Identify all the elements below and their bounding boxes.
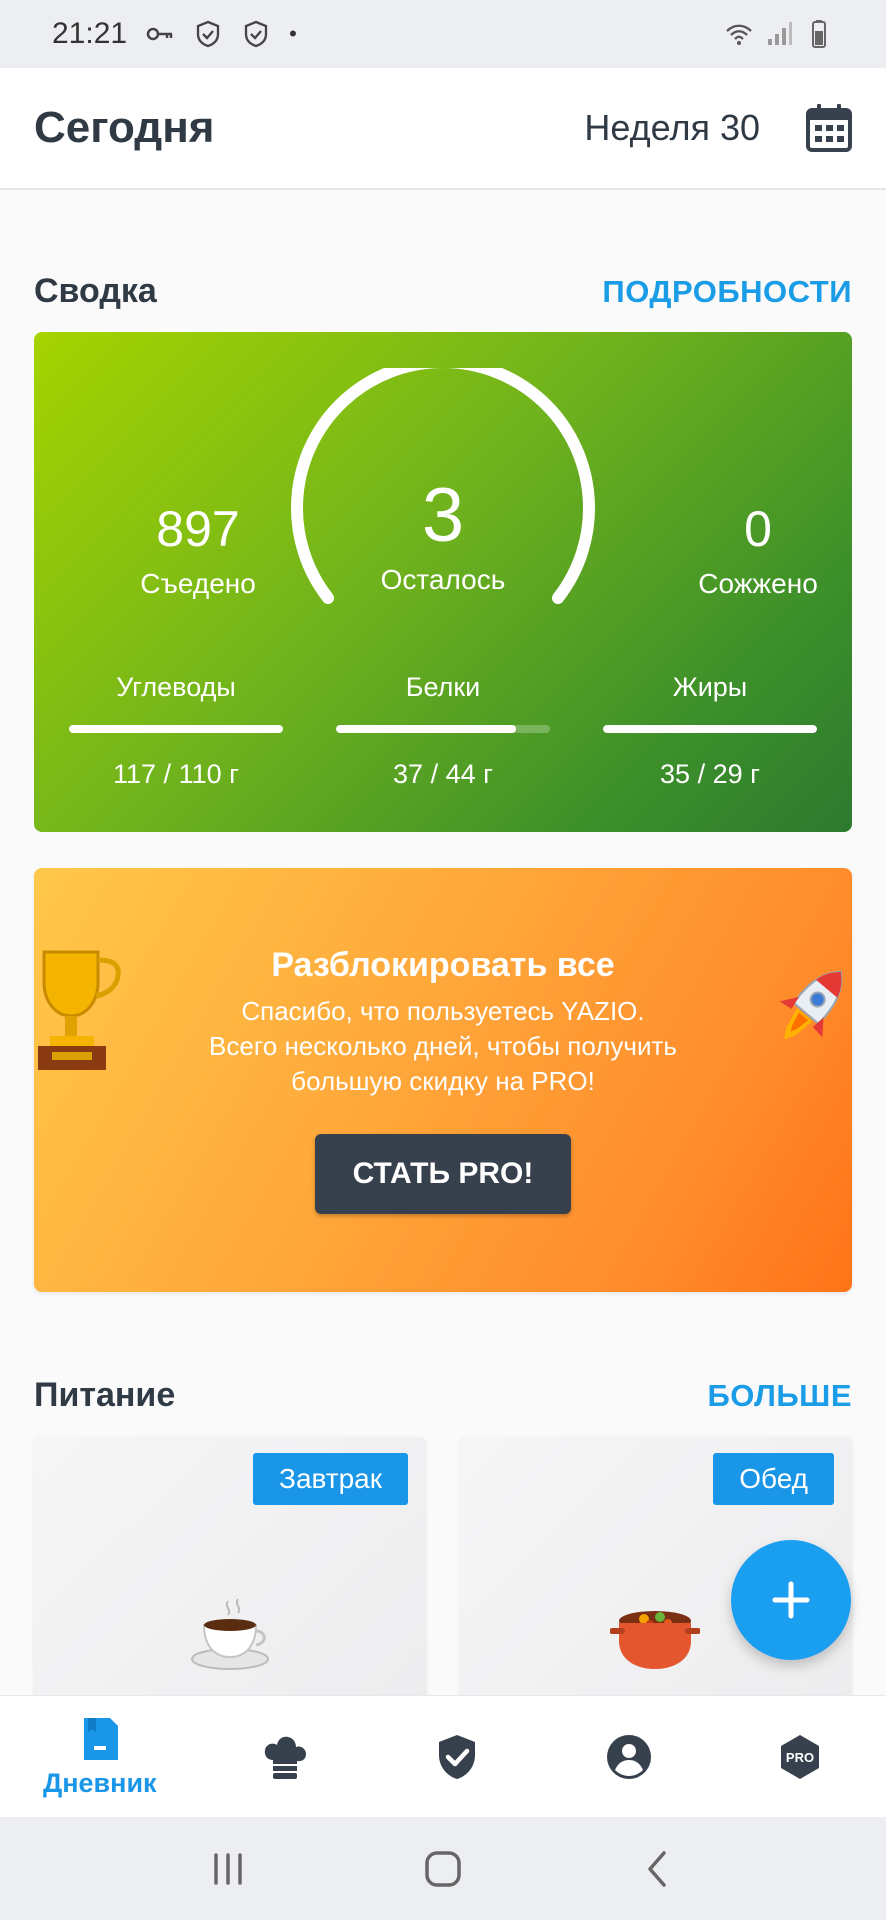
macro-name: Углеводы (116, 672, 236, 702)
pro-badge-text: PRO (786, 1750, 814, 1765)
home-icon[interactable] (423, 1849, 463, 1889)
macro-progress-bar (603, 725, 817, 733)
macro-progress-bar (69, 725, 283, 733)
eaten-value: 897 (156, 501, 240, 557)
nav-item-plans[interactable] (371, 1696, 543, 1818)
nav-item-pro[interactable]: PRO (714, 1696, 886, 1818)
stew-pot-icon (610, 1611, 700, 1669)
status-dot: • (289, 21, 297, 46)
more-link[interactable]: БОЛЬШЕ (708, 1378, 852, 1414)
become-pro-button[interactable]: СТАТЬ PRO! (315, 1134, 571, 1214)
recent-apps-icon[interactable] (208, 1849, 248, 1889)
burned-stat: 0 Сожжено (648, 500, 852, 600)
macro-progress-bar (336, 725, 550, 733)
status-bar: 21:21 • (0, 0, 886, 68)
app-header: Сегодня Неделя 30 (0, 68, 886, 190)
coffee-cup-icon (191, 1598, 269, 1670)
bottom-navigation: Дневник PRO (0, 1695, 886, 1817)
shield-check-status-icon-2 (244, 20, 268, 48)
macro-protein: Белки 37 / 44 г (336, 672, 550, 790)
macro-value: 117 / 110 г (113, 759, 239, 789)
calorie-summary-card[interactable]: 897 Съедено 3 Осталось 0 Сожжено Углевод… (34, 332, 852, 832)
eaten-label: Съедено (140, 568, 256, 599)
shield-check-icon (438, 1735, 475, 1779)
nav-label-diary: Дневник (42, 1767, 157, 1798)
calendar-icon[interactable] (806, 103, 852, 153)
macro-carbs: Углеводы 117 / 110 г (69, 672, 283, 790)
summary-header: Сводка ПОДРОБНОСТИ (34, 272, 852, 311)
signal-icon (768, 22, 792, 45)
chef-hat-icon (265, 1736, 307, 1779)
promo-line: большую скидку на PRO! (291, 1066, 595, 1096)
macro-fat: Жиры 35 / 29 г (603, 672, 817, 790)
nav-item-diary[interactable]: Дневник (0, 1696, 200, 1818)
promo-line: Всего несколько дней, чтобы получить (209, 1031, 677, 1061)
shield-check-status-icon (196, 20, 220, 48)
wifi-icon (726, 24, 752, 45)
diary-icon (83, 1717, 118, 1760)
macro-name: Жиры (672, 672, 748, 702)
week-label[interactable]: Неделя 30 (584, 107, 760, 149)
page-title: Сегодня (34, 103, 215, 152)
battery-icon (812, 20, 826, 48)
back-icon[interactable] (638, 1849, 678, 1889)
promo-line: Спасибо, что пользуетесь YAZIO. (241, 996, 645, 1026)
remaining-label: Осталось (380, 564, 506, 595)
nutrition-header: Питание БОЛЬШЕ (34, 1376, 852, 1415)
pro-badge-icon: PRO (781, 1735, 820, 1779)
add-fab-button[interactable] (731, 1540, 851, 1660)
nav-item-profile[interactable] (543, 1696, 715, 1818)
macro-name: Белки (405, 672, 481, 702)
macro-value: 35 / 29 г (660, 759, 760, 789)
status-time: 21:21 (52, 17, 128, 50)
profile-icon (606, 1735, 651, 1779)
pro-promo-card[interactable]: Разблокировать все Спасибо, что пользует… (34, 868, 852, 1292)
details-link[interactable]: ПОДРОБНОСТИ (602, 274, 852, 310)
macro-value: 37 / 44 г (393, 759, 493, 789)
burned-label: Сожжено (698, 568, 818, 599)
burned-value: 0 (744, 501, 772, 557)
nav-item-recipes[interactable] (200, 1696, 372, 1818)
macro-progress-fill (336, 725, 516, 733)
macro-progress-fill (69, 725, 283, 733)
nutrition-title: Питание (34, 1376, 176, 1414)
meal-label: Обед (713, 1453, 834, 1505)
rocket-icon (779, 970, 843, 1040)
key-icon (146, 27, 173, 41)
remaining-value: 3 (421, 473, 465, 558)
meal-label: Завтрак (253, 1453, 408, 1505)
system-navigation-bar (0, 1817, 886, 1920)
macro-progress-fill (603, 725, 817, 733)
promo-title: Разблокировать все (271, 946, 615, 984)
meal-card-breakfast[interactable]: Завтрак (34, 1437, 426, 1695)
promo-text: Спасибо, что пользуетесь YAZIO. Всего не… (34, 994, 852, 1099)
plus-icon (772, 1581, 810, 1619)
summary-title: Сводка (34, 272, 157, 310)
eaten-stat: 897 Съедено (88, 500, 308, 600)
diary-content[interactable]: Сводка ПОДРОБНОСТИ 897 Съедено 3 Осталос… (0, 190, 886, 1695)
